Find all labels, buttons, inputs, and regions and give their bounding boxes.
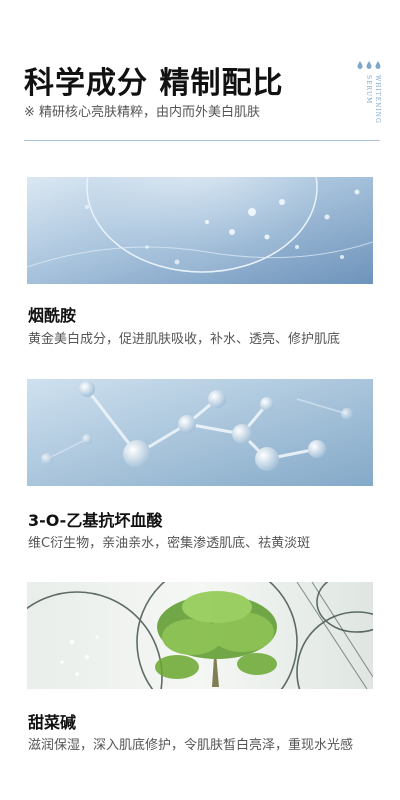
ingredient-title: 甜菜碱 (28, 713, 77, 732)
ingredient-description: 黄金美白成分，促进肌肤吸收，补水、透亮、修护肌底 (28, 332, 341, 347)
ingredient-title: 烟酰胺 (28, 306, 77, 325)
side-label: WHITENING SERUM (365, 75, 381, 124)
header-divider (24, 140, 380, 141)
water-drop-icon (357, 61, 381, 69)
page-title: 科学成分 精制配比 (24, 66, 284, 101)
ingredient-image-niacinamide (27, 177, 373, 284)
page-subtitle: ※ 精研核心亮肤精粹，由内而外美白肌肤 (24, 105, 261, 120)
ingredient-description: 滋润保湿，深入肌底修护，令肌肤皙白亮泽，重现水光感 (28, 738, 354, 753)
ingredient-image-ascorbic-acid (27, 379, 373, 486)
ingredient-description: 维C衍生物，亲油亲水，密集渗透肌底、祛黄淡斑 (28, 536, 311, 551)
ingredient-title: 3-O-乙基抗坏血酸 (28, 511, 163, 530)
ingredient-image-betaine (27, 582, 373, 689)
